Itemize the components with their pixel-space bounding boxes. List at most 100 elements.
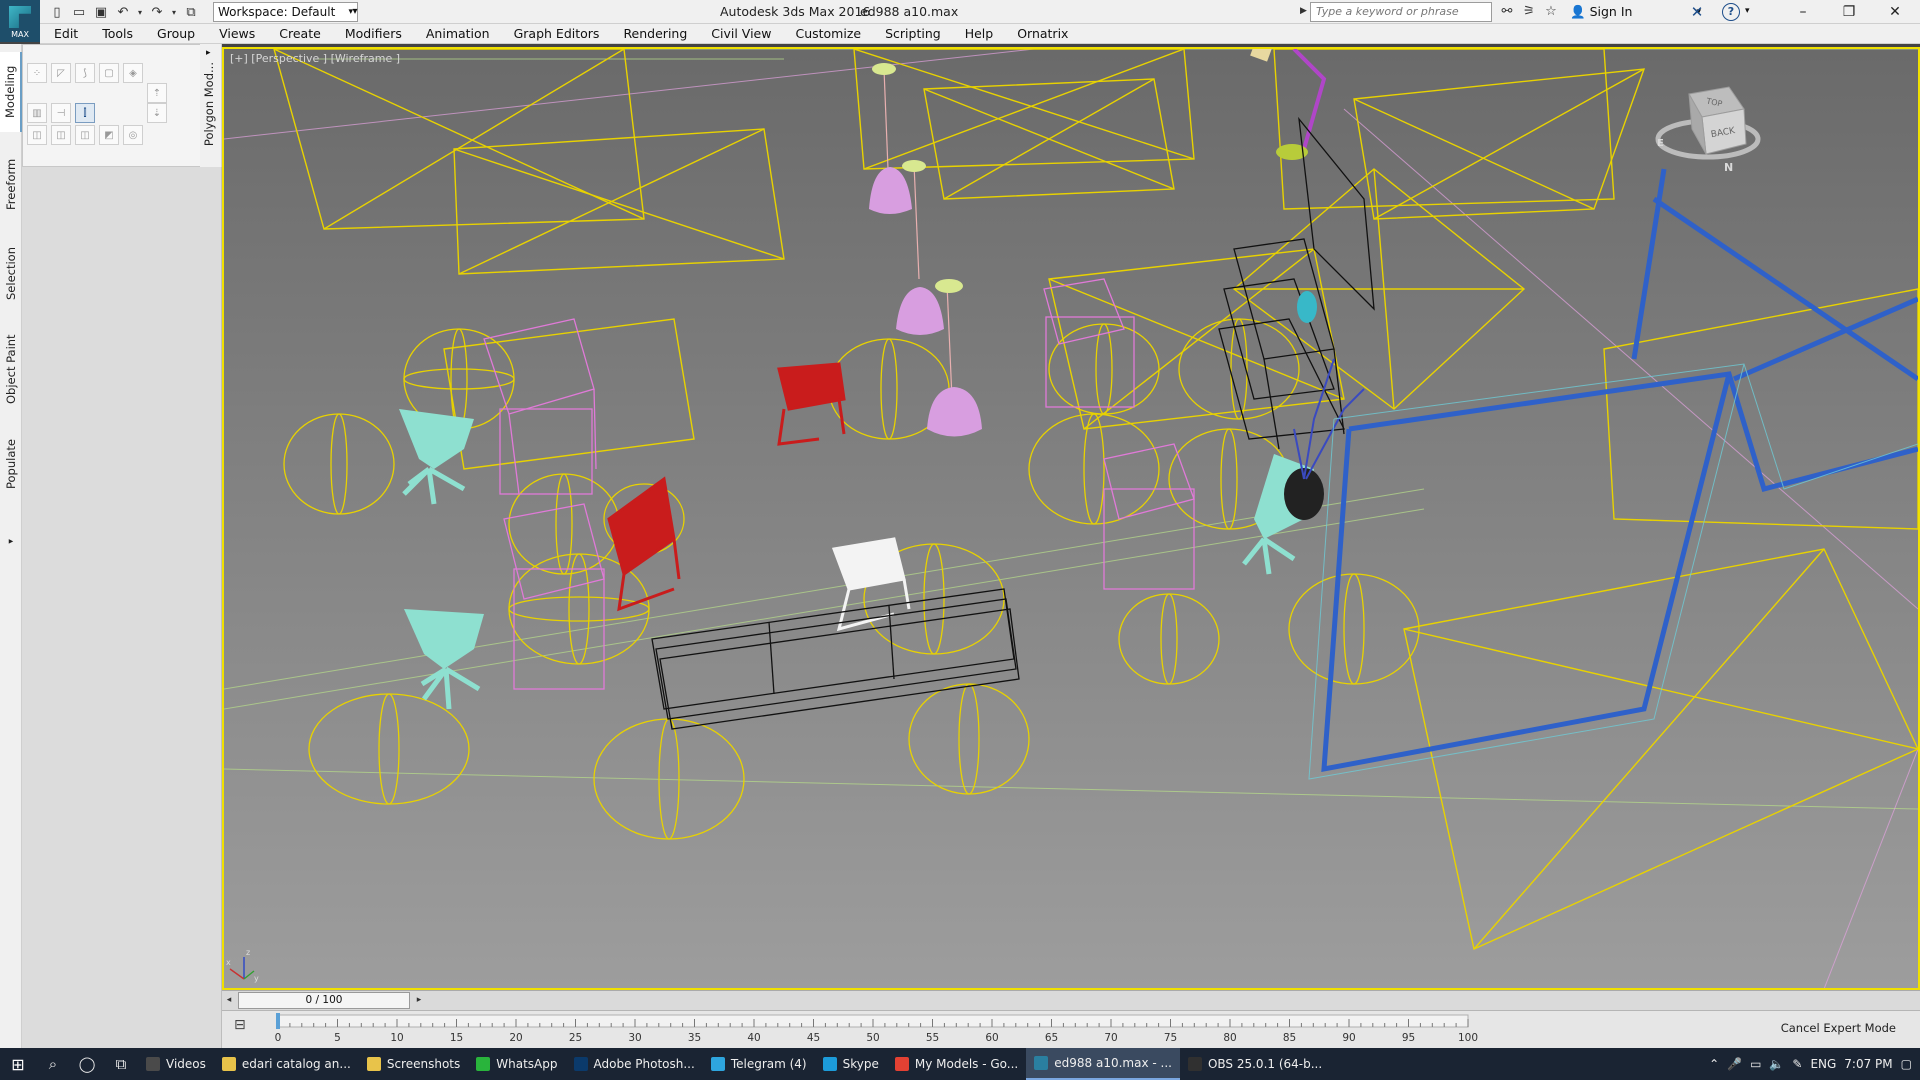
binoculars-icon[interactable]: ⚯ xyxy=(1498,2,1516,20)
cyan-ornament xyxy=(1297,291,1317,323)
viewport-label[interactable]: [+] [Perspective ] [Wireframe ] xyxy=(230,52,400,65)
menu-ornatrix[interactable]: Ornatrix xyxy=(1005,24,1080,44)
tab-object-paint[interactable]: Object Paint xyxy=(0,324,22,414)
menu-rendering[interactable]: Rendering xyxy=(611,24,699,44)
menu-group[interactable]: Group xyxy=(145,24,207,44)
windows-start-icon[interactable]: ⊞ xyxy=(0,1048,36,1080)
menu-help[interactable]: Help xyxy=(953,24,1006,44)
timeline-ruler[interactable]: 0 5 10 15 20 25 30 35 40 45 50 55 60 65 70 75 80 85 90 95 10… xyxy=(270,1011,1740,1049)
cortana-icon[interactable]: ◯ xyxy=(70,1048,104,1080)
search-expand-icon[interactable]: ▶ xyxy=(1300,6,1307,16)
app-icon xyxy=(822,1057,837,1071)
help-dropdown-icon[interactable]: ▾ xyxy=(1745,6,1750,16)
taskbar-app[interactable]: Telegram (4) xyxy=(703,1048,815,1080)
vertex-icon[interactable]: ⁘ xyxy=(27,63,47,83)
sign-in-button[interactable]: 👤 Sign In ▾ xyxy=(1570,0,1701,24)
search-input[interactable]: Type a keyword or phrase xyxy=(1310,2,1492,22)
pen-icon[interactable]: ✎ xyxy=(1792,1057,1802,1071)
network-icon[interactable]: ▭ xyxy=(1750,1057,1761,1071)
star-icon[interactable]: ☆ xyxy=(1542,2,1560,20)
grow-icon[interactable]: ⇡ xyxy=(147,83,167,103)
clock[interactable]: 7:07 PM xyxy=(1844,1057,1892,1071)
svg-text:x: x xyxy=(226,958,231,967)
taskbar-app[interactable]: WhatsApp xyxy=(468,1048,565,1080)
cancel-expert-mode-button[interactable]: Cancel Expert Mode xyxy=(1781,1021,1896,1035)
taskbar-app[interactable]: My Models - Go... xyxy=(887,1048,1026,1080)
ribbon-toggle-icon[interactable]: ◂ xyxy=(0,532,22,550)
element-icon[interactable]: ◈ xyxy=(123,63,143,83)
minimize-button[interactable]: – xyxy=(1780,0,1826,24)
taskbar-app[interactable]: edari catalog an... xyxy=(214,1048,359,1080)
current-frame-marker[interactable] xyxy=(276,1013,280,1029)
menu-tools[interactable]: Tools xyxy=(90,24,145,44)
tab-populate[interactable]: Populate xyxy=(0,424,22,504)
taskbar-app[interactable]: ed988 a10.max - ... xyxy=(1026,1048,1180,1080)
subscription-icon[interactable]: ⚞ xyxy=(1520,2,1538,20)
task-view-icon[interactable]: ⧉ xyxy=(104,1048,138,1080)
project-folder-icon[interactable]: ⧉ xyxy=(182,3,200,21)
tab-freeform[interactable]: Freeform xyxy=(0,144,22,224)
preview-selection-icon[interactable]: ◩ xyxy=(99,125,119,145)
menu-customize[interactable]: Customize xyxy=(783,24,873,44)
panel-expand-icon[interactable]: ▸ xyxy=(206,48,211,58)
mini-curve-editor-icon[interactable]: ⊟ xyxy=(234,1017,252,1035)
edge-icon[interactable]: ◸ xyxy=(51,63,71,83)
search-icon[interactable]: ⌕ xyxy=(36,1048,70,1080)
menu-views[interactable]: Views xyxy=(207,24,267,44)
menu-graph-editors[interactable]: Graph Editors xyxy=(502,24,612,44)
taskbar-app-label: ed988 a10.max - ... xyxy=(1054,1056,1172,1070)
collapse-stack-icon[interactable]: ◫ xyxy=(27,125,47,145)
polygon-modeling-label[interactable]: Polygon Mod... xyxy=(202,62,216,146)
3dsmax-window: ▯ ▭ ▣ ↶ ▾ ↷ ▾ ⧉ Workspace: Default ▾ ▾ A… xyxy=(0,0,1920,1080)
modify-mode-icon[interactable]: ▥ xyxy=(27,103,47,123)
time-slider[interactable]: 0 / 100 xyxy=(238,992,410,1009)
restore-button[interactable]: ❐ xyxy=(1826,0,1872,24)
app-icon xyxy=(1034,1056,1049,1070)
perspective-viewport[interactable]: [+] [Perspective ] [Wireframe ] TOP BACK… xyxy=(222,47,1920,990)
redo-dropdown-icon[interactable]: ▾ xyxy=(170,3,178,21)
help-icon[interactable]: ? xyxy=(1722,3,1740,21)
ruler-tick-label: 35 xyxy=(688,1032,701,1044)
previous-frame-icon[interactable]: ◂ xyxy=(222,992,236,1009)
ignore-backfacing-icon[interactable]: ◎ xyxy=(123,125,143,145)
tab-modeling[interactable]: Modeling xyxy=(0,52,22,132)
menu-edit[interactable]: Edit xyxy=(40,24,90,44)
taskbar-app[interactable]: Adobe Photosh... xyxy=(566,1048,703,1080)
pin-stack-icon[interactable]: ⊣ xyxy=(51,103,71,123)
redo-icon[interactable]: ↷ xyxy=(148,3,166,21)
next-frame-icon[interactable]: ▸ xyxy=(412,992,426,1009)
show-end-result-icon[interactable]: ⫿ xyxy=(75,103,95,123)
workspace-dropdown[interactable]: Workspace: Default ▾ xyxy=(213,2,358,22)
autodesk-exchange-icon[interactable]: ✕ xyxy=(1688,3,1706,21)
menu-animation[interactable]: Animation xyxy=(414,24,502,44)
taskbar-app[interactable]: Skype xyxy=(815,1048,887,1080)
undo-icon[interactable]: ↶ xyxy=(114,3,132,21)
taskbar-app[interactable]: OBS 25.0.1 (64-b... xyxy=(1180,1048,1330,1080)
taskbar-app[interactable]: Videos xyxy=(138,1048,214,1080)
menu-scripting[interactable]: Scripting xyxy=(873,24,953,44)
customize-quick-access-icon[interactable]: ▾ xyxy=(348,2,362,22)
border-icon[interactable]: ⟆ xyxy=(75,63,95,83)
open-file-icon[interactable]: ▭ xyxy=(70,3,88,21)
notifications-icon[interactable]: ▢ xyxy=(1901,1057,1912,1071)
taskbar-app[interactable]: Screenshots xyxy=(359,1048,468,1080)
shrink-icon[interactable]: ⇣ xyxy=(147,103,167,123)
toggle-editable-icon[interactable]: ◫ xyxy=(75,125,95,145)
close-button[interactable]: ✕ xyxy=(1872,0,1918,24)
save-icon[interactable]: ▣ xyxy=(92,3,110,21)
polygon-icon[interactable]: ▢ xyxy=(99,63,119,83)
track-bar[interactable]: ⊟ 0 5 10 15 20 25 30 35 40 45 50 55 60 65 70 75 80 85 90 95… xyxy=(222,1010,1920,1048)
menu-modifiers[interactable]: Modifiers xyxy=(333,24,414,44)
new-file-icon[interactable]: ▯ xyxy=(48,3,66,21)
show-hidden-icons-icon[interactable]: ⌃ xyxy=(1709,1057,1719,1071)
tab-selection[interactable]: Selection xyxy=(0,234,22,314)
ribbon-empty-area xyxy=(22,167,222,1048)
menu-civil-view[interactable]: Civil View xyxy=(699,24,783,44)
application-menu-button[interactable]: MAX xyxy=(0,0,40,42)
toggle-edit-poly-icon[interactable]: ◫ xyxy=(51,125,71,145)
language-indicator[interactable]: ENG xyxy=(1810,1057,1836,1071)
menu-create[interactable]: Create xyxy=(267,24,333,44)
undo-dropdown-icon[interactable]: ▾ xyxy=(136,3,144,21)
volume-icon[interactable]: 🔈 xyxy=(1769,1057,1784,1071)
microphone-icon[interactable]: 🎤 xyxy=(1727,1057,1742,1071)
